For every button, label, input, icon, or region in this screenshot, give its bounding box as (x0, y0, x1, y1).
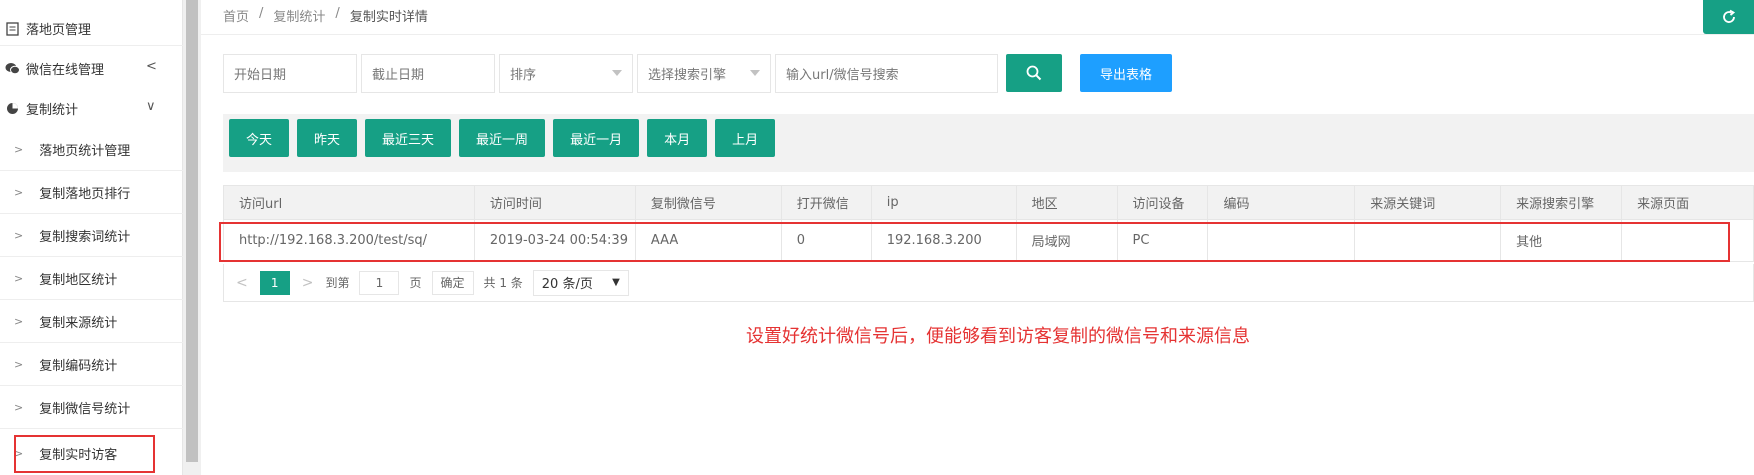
sidebar-item-label: 复制编码统计 (39, 358, 118, 374)
divider (201, 34, 1754, 35)
chevron-right-icon: > (14, 314, 24, 328)
sidebar: 落地页管理 微信在线管理 < 复制统计 ∨ > 落地页统计管理 > 复制落地页排… (0, 0, 183, 475)
pie-chart-icon (4, 100, 20, 116)
document-icon (4, 21, 20, 37)
sort-select[interactable]: 排序 (499, 54, 633, 93)
pagination: < 1 > 到第 1 页 确定 共 1 条 20 条/页 ▼ (223, 264, 1754, 302)
sidebar-item-label: 复制地区统计 (39, 272, 118, 288)
column-header[interactable]: 来源搜索引擎 (1500, 185, 1623, 220)
page-size-value: 20 条/页 (541, 277, 593, 292)
scrollbar-thumb[interactable] (186, 0, 198, 462)
sidebar-item-wechat-stats[interactable]: > 复制微信号统计 (0, 386, 183, 429)
column-header[interactable]: 编码 (1207, 185, 1356, 220)
sidebar-item-label: 复制落地页排行 (39, 186, 131, 202)
page-size-select[interactable]: 20 条/页 ▼ (532, 269, 629, 296)
table-header-row: 访问url 访问时间 复制微信号 打开微信 ip 地区 访问设备 编码 来源关键… (223, 185, 1754, 220)
sidebar-group-label: 复制统计 (26, 102, 79, 118)
column-header[interactable]: ip (870, 185, 1017, 220)
search-icon (1026, 65, 1042, 81)
last-month-button[interactable]: 最近一月 (553, 119, 640, 157)
sidebar-item-label: 落地页管理 (26, 23, 92, 38)
highlight-box (14, 435, 155, 473)
end-date-input[interactable]: 截止日期 (361, 54, 495, 93)
column-header[interactable]: 来源页面 (1621, 185, 1754, 220)
breadcrumb-separator: / (335, 6, 340, 21)
sidebar-item-encoding[interactable]: > 复制编码统计 (0, 343, 183, 386)
caret-down-icon: ▼ (612, 277, 620, 288)
total-count: 共 1 条 (483, 276, 523, 290)
sidebar-group-label: 微信在线管理 (26, 62, 105, 78)
sort-select-value: 排序 (510, 68, 537, 83)
sidebar-item-landing[interactable]: 落地页管理 (0, 12, 183, 46)
chevron-right-icon: > (14, 357, 24, 371)
sidebar-panel: 落地页管理 微信在线管理 < 复制统计 ∨ > 落地页统计管理 > 复制落地页排… (0, 0, 183, 475)
highlight-box (219, 222, 1730, 262)
wechat-icon (4, 60, 20, 76)
sidebar-item-landing-rank[interactable]: > 复制落地页排行 (0, 171, 183, 214)
column-header[interactable]: 访问设备 (1116, 185, 1209, 220)
breadcrumb-home[interactable]: 首页 (223, 6, 249, 25)
chevron-right-icon: > (14, 271, 24, 285)
sidebar-item-label: 复制微信号统计 (39, 401, 131, 417)
last-week-button[interactable]: 最近一周 (459, 119, 546, 157)
annotation-text: 设置好统计微信号后，便能够看到访客复制的微信号和来源信息 (746, 326, 1250, 347)
next-page-icon[interactable]: > (302, 275, 314, 291)
column-header[interactable]: 地区 (1015, 185, 1118, 220)
goto-page-input[interactable]: 1 (359, 270, 400, 295)
breadcrumb-separator: / (259, 6, 264, 21)
chevron-right-icon: > (14, 185, 24, 199)
caret-down-icon (612, 70, 622, 76)
sidebar-item-label: 复制搜索词统计 (39, 229, 131, 245)
chevron-right-icon: > (14, 228, 24, 242)
chevron-down-icon: ∨ (146, 99, 156, 114)
sidebar-item-landing-stats[interactable]: > 落地页统计管理 (0, 128, 183, 171)
search-input[interactable]: 输入url/微信号搜索 (775, 54, 998, 93)
sidebar-scrollbar[interactable] (183, 0, 201, 475)
column-header[interactable]: 访问url (223, 185, 475, 220)
main-content: 首页 / 复制统计 / 复制实时详情 开始日期 截止日期 排序 选择搜索引擎 输… (201, 0, 1754, 475)
breadcrumb-copy-stats[interactable]: 复制统计 (273, 6, 325, 25)
page-1-button[interactable]: 1 (259, 270, 290, 295)
prev-page-icon[interactable]: < (236, 275, 248, 291)
sidebar-item-label: 落地页统计管理 (39, 143, 131, 159)
export-button[interactable]: 导出表格 (1080, 54, 1172, 92)
sidebar-item-source[interactable]: > 复制来源统计 (0, 300, 183, 343)
column-header[interactable]: 复制微信号 (634, 185, 782, 220)
breadcrumb-current: 复制实时详情 (349, 10, 428, 25)
previous-month-button[interactable]: 上月 (715, 119, 776, 157)
start-date-input[interactable]: 开始日期 (223, 54, 357, 93)
yesterday-button[interactable]: 昨天 (297, 119, 358, 157)
quick-date-bar: 今天 昨天 最近三天 最近一周 最近一月 本月 上月 (223, 114, 1754, 172)
sidebar-group-copy-stats[interactable]: 复制统计 ∨ (0, 88, 183, 128)
caret-down-icon (750, 70, 760, 76)
this-month-button[interactable]: 本月 (647, 119, 708, 157)
filter-bar: 开始日期 截止日期 排序 选择搜索引擎 输入url/微信号搜索 导出表格 (223, 54, 1172, 93)
column-header[interactable]: 来源关键词 (1354, 185, 1502, 220)
goto-label: 到第 (325, 276, 350, 290)
sidebar-item-label: 复制来源统计 (39, 315, 118, 331)
engine-select-value: 选择搜索引擎 (648, 68, 727, 83)
chevron-left-icon: < (146, 59, 157, 74)
chevron-right-icon: > (14, 142, 24, 156)
chevron-right-icon: > (14, 400, 24, 414)
sidebar-group-wechat[interactable]: 微信在线管理 < (0, 48, 183, 88)
column-header[interactable]: 访问时间 (473, 185, 636, 220)
sidebar-item-search-words[interactable]: > 复制搜索词统计 (0, 214, 183, 257)
page-unit-label: 页 (409, 276, 422, 290)
refresh-icon (1722, 9, 1735, 23)
engine-select[interactable]: 选择搜索引擎 (637, 54, 771, 93)
today-button[interactable]: 今天 (229, 119, 290, 157)
search-button[interactable] (1006, 54, 1062, 92)
column-header[interactable]: 打开微信 (780, 185, 872, 220)
refresh-button[interactable] (1703, 0, 1754, 34)
breadcrumb: 首页 / 复制统计 / 复制实时详情 (223, 6, 428, 25)
sidebar-item-region[interactable]: > 复制地区统计 (0, 257, 183, 300)
confirm-button[interactable]: 确定 (431, 270, 474, 295)
last-3-days-button[interactable]: 最近三天 (365, 119, 452, 157)
